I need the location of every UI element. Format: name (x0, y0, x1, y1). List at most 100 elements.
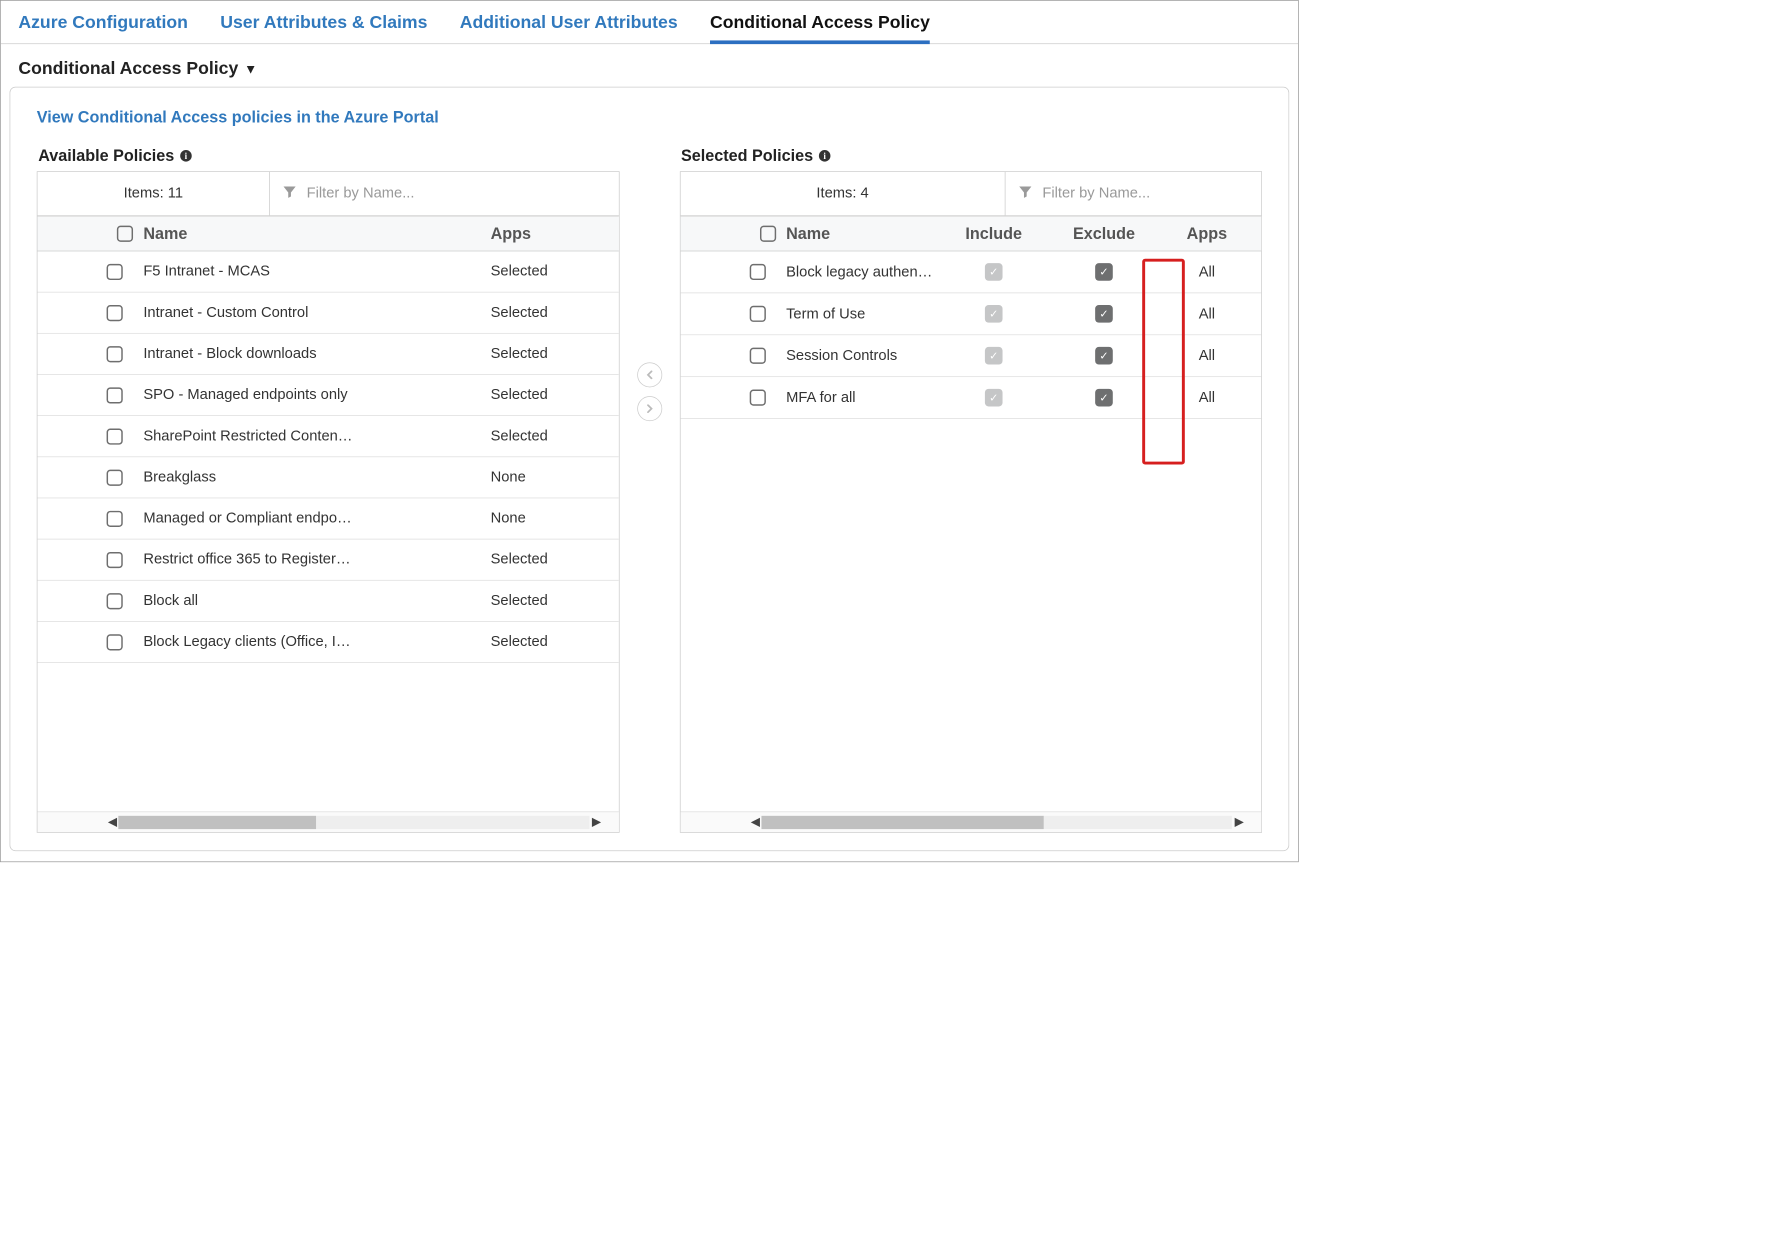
include-checkbox: ✓ (985, 389, 1003, 407)
table-row[interactable]: Term of Use✓✓All (680, 293, 1261, 335)
filter-icon (282, 183, 298, 204)
policy-name: SPO - Managed endpoints only (143, 387, 490, 404)
exclude-checkbox[interactable]: ✓ (1095, 347, 1113, 365)
available-items-count: Items: 11 (37, 172, 269, 215)
table-row[interactable]: Managed or Compliant endpo…None (37, 498, 618, 539)
selected-filter-input[interactable] (1041, 184, 1250, 202)
move-right-button[interactable] (637, 396, 662, 421)
row-checkbox[interactable] (107, 510, 123, 526)
policy-apps: Selected (491, 428, 609, 445)
available-table: Items: 11 Name Apps (37, 171, 619, 833)
table-row[interactable]: BreakglassNone (37, 457, 618, 498)
policy-apps: Selected (491, 304, 609, 321)
policy-apps: None (491, 469, 609, 486)
scroll-right-icon[interactable]: ▶ (1230, 814, 1248, 829)
available-policies-title: Available Policies (38, 146, 174, 165)
available-header-apps: Apps (491, 224, 609, 243)
policy-name: Managed or Compliant endpo… (143, 510, 490, 527)
info-icon[interactable]: i (818, 148, 833, 163)
table-row[interactable]: MFA for all ✓ ✓ All (680, 377, 1261, 419)
page-root: Azure Configuration User Attributes & Cl… (0, 0, 1299, 862)
selected-header-exclude: Exclude (1045, 224, 1163, 243)
row-checkbox[interactable] (107, 593, 123, 609)
move-left-button[interactable] (637, 362, 662, 387)
table-row[interactable]: Restrict office 365 to Register…Selected (37, 539, 618, 580)
policy-name: Term of Use (786, 305, 942, 322)
tab-additional-user-attributes[interactable]: Additional User Attributes (460, 8, 678, 44)
include-checkbox: ✓ (985, 347, 1003, 365)
policy-name: Block legacy authenticat… (786, 263, 942, 280)
policy-name: Breakglass (143, 469, 490, 486)
section-header[interactable]: Conditional Access Policy ▼ (1, 44, 1298, 84)
table-row[interactable]: Intranet - Block downloadsSelected (37, 334, 618, 375)
policy-panel: View Conditional Access policies in the … (10, 87, 1290, 851)
table-row[interactable]: F5 Intranet - MCASSelected (37, 251, 618, 292)
available-table-body[interactable]: F5 Intranet - MCASSelectedIntranet - Cus… (37, 251, 618, 811)
policy-name: F5 Intranet - MCAS (143, 263, 490, 280)
include-checkbox: ✓ (985, 263, 1003, 281)
selected-horizontal-scrollbar[interactable]: ◀ ▶ (680, 811, 1261, 832)
policy-name: Block Legacy clients (Office, I… (143, 634, 490, 651)
table-row[interactable]: Block allSelected (37, 581, 618, 622)
include-checkbox: ✓ (985, 305, 1003, 323)
row-checkbox[interactable] (749, 348, 765, 364)
policy-apps: All (1199, 347, 1215, 364)
table-row[interactable]: Block Legacy clients (Office, I…Selected (37, 622, 618, 663)
row-checkbox[interactable] (107, 387, 123, 403)
table-row[interactable]: Block legacy authenticat… ✓ ✓ All (680, 251, 1261, 293)
row-checkbox[interactable] (107, 305, 123, 321)
row-checkbox[interactable] (107, 469, 123, 485)
row-checkbox[interactable] (749, 264, 765, 280)
available-horizontal-scrollbar[interactable]: ◀ ▶ (37, 811, 618, 832)
policy-name: MFA for all (786, 389, 942, 406)
row-checkbox[interactable] (107, 634, 123, 650)
selected-header-include: Include (942, 224, 1045, 243)
selected-items-count: Items: 4 (680, 172, 1005, 215)
policy-name: SharePoint Restricted Conten… (143, 428, 490, 445)
selected-header-name: Name (786, 224, 942, 243)
policy-apps: None (491, 510, 609, 527)
policy-apps: Selected (491, 387, 609, 404)
available-filter-input[interactable] (305, 184, 607, 202)
policy-apps: Selected (491, 634, 609, 651)
table-row[interactable]: Intranet - Custom ControlSelected (37, 293, 618, 334)
row-checkbox[interactable] (107, 552, 123, 568)
row-checkbox[interactable] (749, 390, 765, 406)
policy-apps: All (1199, 263, 1215, 280)
info-icon[interactable]: i (179, 148, 194, 163)
available-header-name: Name (143, 224, 490, 243)
table-row[interactable]: SharePoint Restricted Conten…Selected (37, 416, 618, 457)
selected-table-body[interactable]: Block legacy authenticat… ✓ ✓ All Term of Us… (680, 251, 1261, 531)
table-row[interactable]: SPO - Managed endpoints onlySelected (37, 375, 618, 416)
table-row[interactable]: Session Controls ✓ ✓ All (680, 335, 1261, 377)
policy-name: Session Controls (786, 347, 942, 364)
tab-user-attributes-claims[interactable]: User Attributes & Claims (220, 8, 427, 44)
selected-policies-column: Selected Policies i Items: 4 (680, 142, 1262, 833)
row-checkbox[interactable] (107, 263, 123, 279)
row-checkbox[interactable] (749, 306, 765, 322)
row-checkbox[interactable] (107, 346, 123, 362)
exclude-checkbox[interactable]: ✓ (1095, 389, 1113, 407)
policy-name: Block all (143, 592, 490, 609)
filter-icon (1017, 183, 1033, 204)
view-azure-portal-link[interactable]: View Conditional Access policies in the … (37, 105, 1262, 142)
exclude-checkbox[interactable]: ✓ (1095, 305, 1113, 323)
row-checkbox[interactable] (107, 428, 123, 444)
tab-conditional-access-policy[interactable]: Conditional Access Policy (710, 8, 930, 44)
tab-azure-configuration[interactable]: Azure Configuration (18, 8, 188, 44)
available-select-all-checkbox[interactable] (117, 226, 133, 242)
section-header-label: Conditional Access Policy (18, 59, 238, 80)
selected-table-header: Name Include Exclude Apps (680, 216, 1261, 251)
policy-apps: Selected (491, 345, 609, 362)
scroll-right-icon[interactable]: ▶ (588, 814, 606, 829)
tab-bar: Azure Configuration User Attributes & Cl… (1, 1, 1298, 44)
caret-down-icon: ▼ (244, 61, 257, 76)
selected-table: Items: 4 Name Include Exclud (680, 171, 1262, 833)
selected-select-all-checkbox[interactable] (760, 226, 776, 242)
policy-name: Intranet - Custom Control (143, 304, 490, 321)
policy-apps: All (1199, 389, 1215, 406)
policy-apps: Selected (491, 551, 609, 568)
exclude-checkbox[interactable]: ✓ (1095, 263, 1113, 281)
selected-policies-title: Selected Policies (681, 146, 813, 165)
policy-apps: Selected (491, 592, 609, 609)
